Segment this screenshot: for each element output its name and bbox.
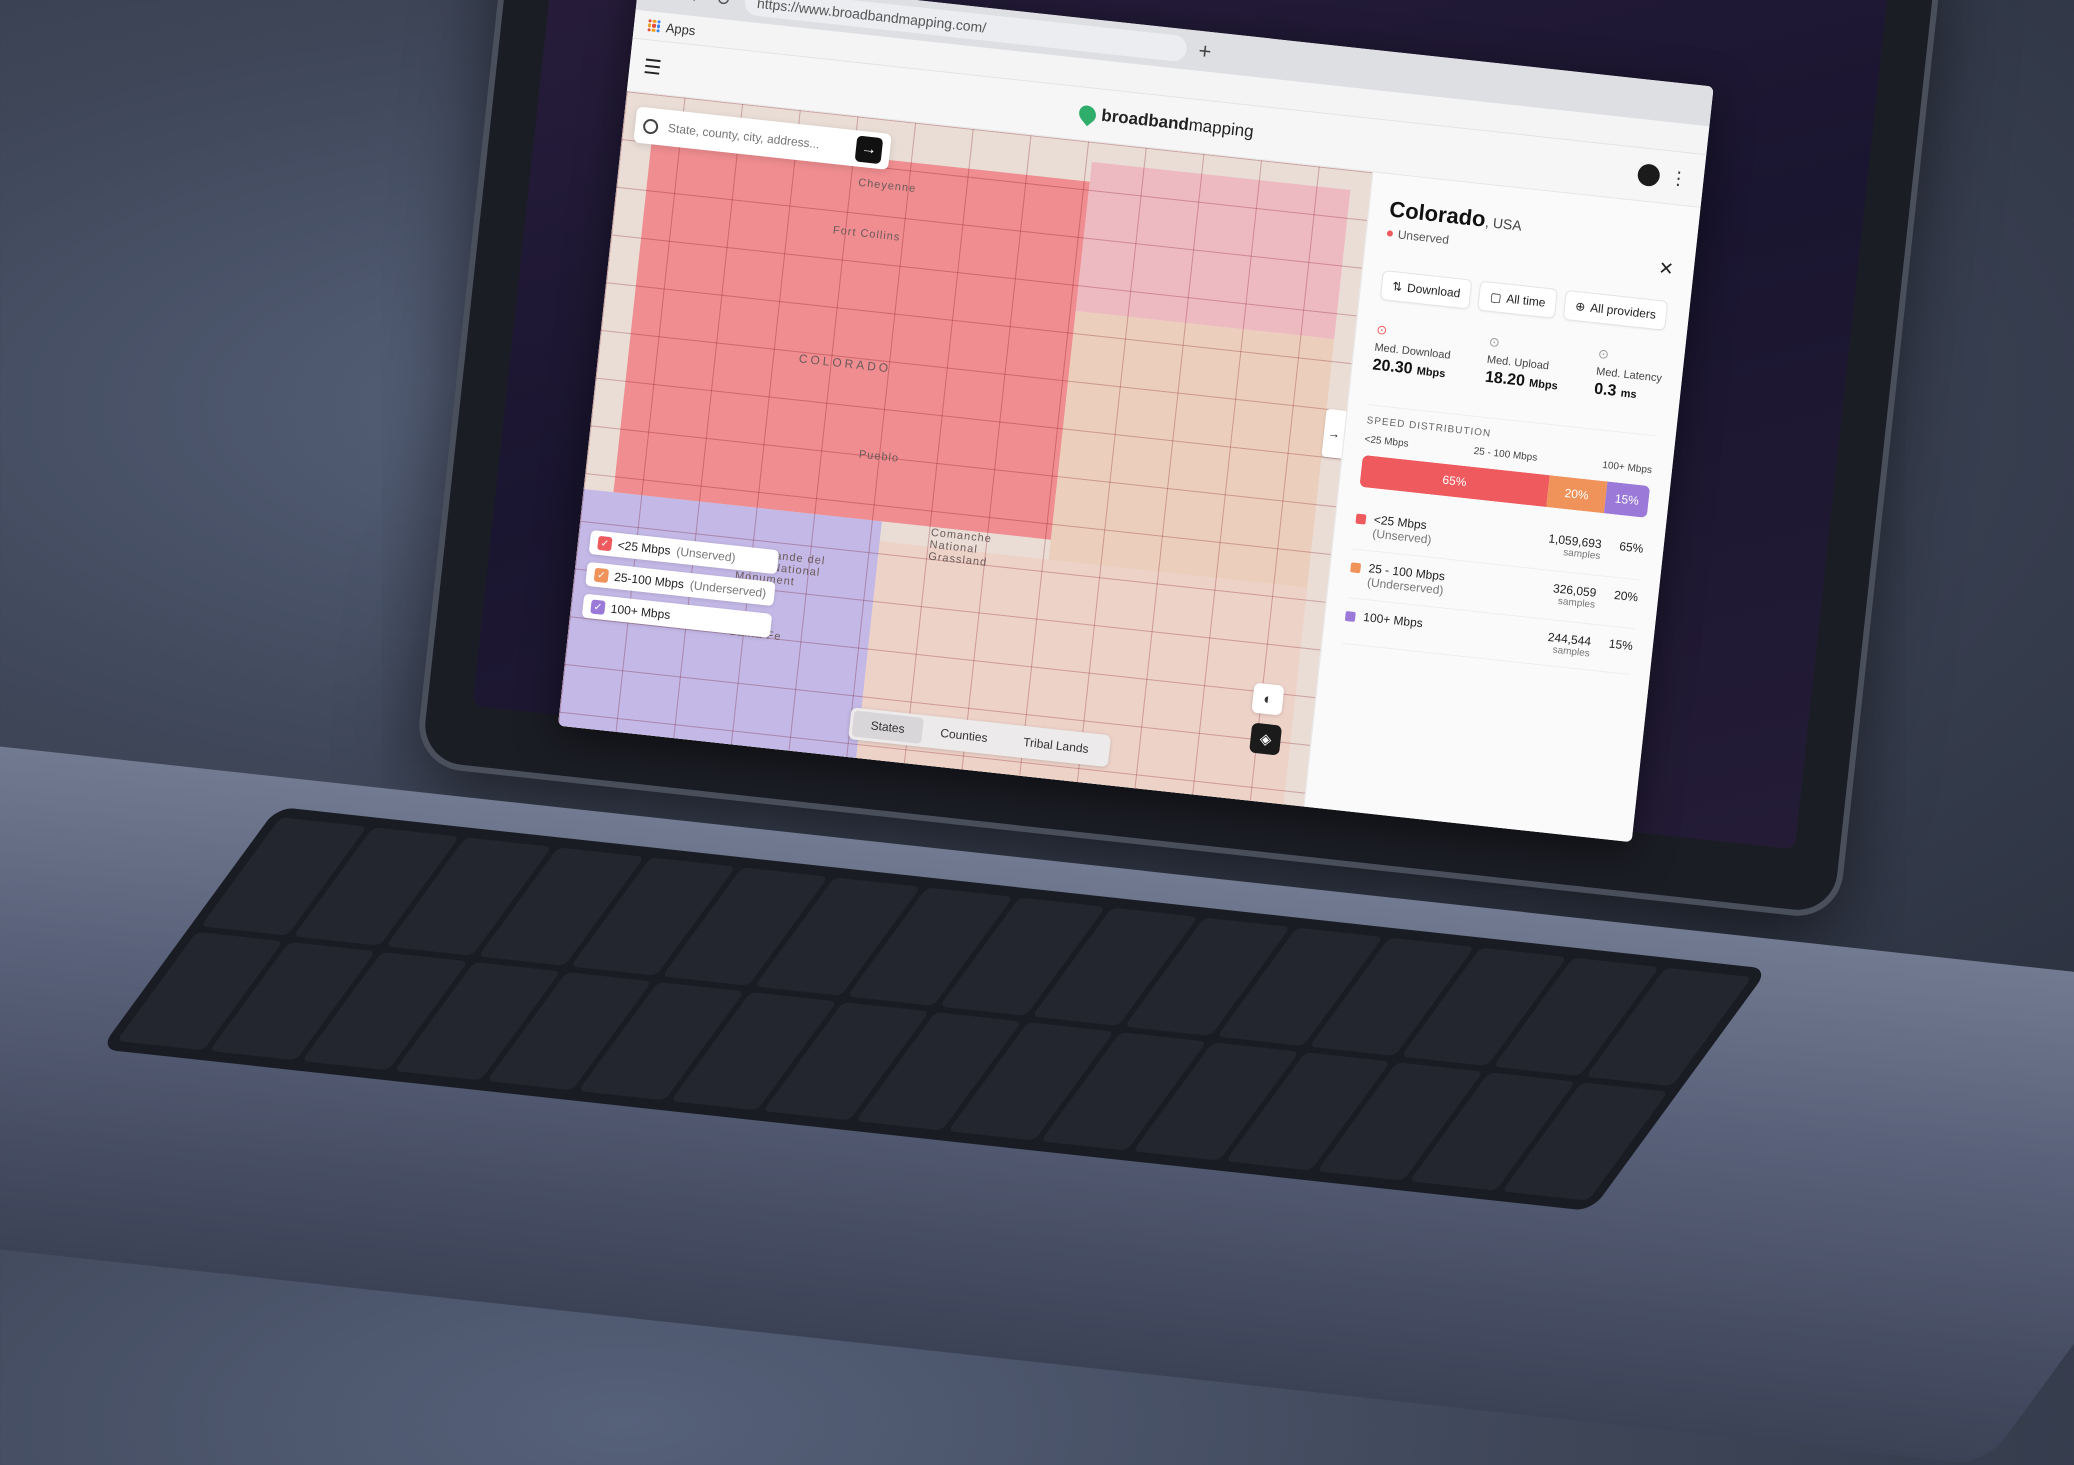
bar-segment-served: 15% — [1603, 481, 1651, 518]
legend-sub-label: (Unserved) — [675, 544, 737, 565]
bar-label-left: <25 Mbps — [1363, 434, 1410, 450]
map-legend-toggle-icon[interactable]: ◐ — [1251, 682, 1285, 716]
browser-window: ← → ↻ https://www.broadbandmapping.com/ … — [557, 0, 1714, 843]
checkbox-checked-icon[interactable]: ✓ — [593, 567, 610, 584]
apps-grid-icon — [647, 19, 661, 33]
reload-icon[interactable]: ↻ — [712, 0, 734, 11]
providers-filter-button[interactable]: ⊕ All providers — [1562, 289, 1669, 331]
panel-filters: ⇅ Download ▢ All time ⊕ All providers — [1379, 269, 1671, 331]
row-samples: 1,059,693 samples — [1547, 531, 1603, 563]
distribution-list: <25 Mbps (Unserved) 1,059,693 samples 65% … — [1342, 500, 1646, 676]
metric-value: 0.3 ms — [1593, 380, 1638, 402]
search-icon — [642, 117, 659, 135]
logo-text-light: mapping — [1187, 115, 1255, 142]
layers-icon[interactable]: ◈ — [1249, 722, 1283, 756]
region-details-panel: Colorado, USA Unserved ✕ ⇅ Download ▢ Al… — [1303, 172, 1701, 843]
bar-label-mid: 25 - 100 Mbps — [1473, 445, 1538, 464]
checkbox-checked-icon[interactable]: ✓ — [590, 599, 606, 615]
back-arrow-icon[interactable]: ← — [649, 0, 671, 4]
row-label: 25 - 100 Mbps (Underserved) — [1366, 561, 1446, 598]
forward-arrow-icon[interactable]: → — [680, 0, 702, 7]
latency-icon: ⊙ — [1597, 345, 1610, 362]
metric-upload: ⊙ Med. Upload 18.20 Mbps — [1484, 334, 1563, 395]
legend-label: 100+ Mbps — [610, 601, 671, 622]
calendar-icon: ▢ — [1489, 289, 1503, 305]
region-name: Colorado — [1388, 196, 1487, 232]
search-go-button[interactable]: → — [854, 135, 884, 165]
time-filter-label: All time — [1505, 291, 1547, 310]
bookmark-apps[interactable]: Apps — [665, 20, 696, 38]
bar-segment-underserved: 20% — [1546, 475, 1608, 514]
color-swatch — [1350, 562, 1362, 574]
time-filter-button[interactable]: ▢ All time — [1477, 280, 1559, 319]
row-label: <25 Mbps (Unserved) — [1371, 512, 1433, 547]
bar-segment-unserved: 65% — [1359, 454, 1550, 508]
app-logo[interactable]: broadbandmapping — [1075, 102, 1255, 142]
user-avatar[interactable] — [1636, 163, 1661, 188]
row-samples: 326,059 samples — [1552, 581, 1598, 611]
map-county-lines — [557, 91, 1373, 809]
providers-filter-label: All providers — [1589, 300, 1657, 322]
status-dot-icon — [1386, 230, 1394, 237]
metric-download: ⊙ Med. Download 20.30 Mbps — [1372, 322, 1454, 383]
speed-metrics: ⊙ Med. Download 20.30 Mbps ⊙ Med. Upload… — [1372, 322, 1665, 406]
row-samples: 244,544 samples — [1547, 629, 1592, 660]
color-swatch — [1355, 513, 1367, 525]
row-percent: 15% — [1608, 636, 1634, 654]
metric-latency: ⊙ Med. Latency 0.3 ms — [1593, 346, 1664, 406]
region-country: , USA — [1484, 213, 1523, 234]
globe-icon: ⊕ — [1574, 299, 1587, 315]
close-icon[interactable]: ✕ — [1658, 258, 1675, 281]
status-text: Unserved — [1397, 227, 1450, 247]
logo-text-bold: broadband — [1100, 105, 1190, 135]
tab-states[interactable]: States — [851, 710, 924, 744]
app-content: Cheyenne Fort Collins COLORADO Pueblo Ri… — [557, 91, 1701, 843]
sort-arrows-icon: ⇅ — [1391, 279, 1404, 295]
new-tab-button[interactable]: + — [1197, 38, 1212, 65]
legend-label: 25-100 Mbps — [613, 569, 685, 592]
download-filter-button[interactable]: ⇅ Download — [1379, 269, 1473, 310]
bar-label-right: 100+ Mbps — [1601, 459, 1653, 477]
download-filter-label: Download — [1406, 280, 1462, 301]
hamburger-menu-icon[interactable]: ☰ — [642, 54, 663, 81]
checkbox-checked-icon[interactable]: ✓ — [597, 535, 613, 552]
map-pin-logo-icon — [1075, 102, 1100, 127]
row-percent: 20% — [1613, 587, 1639, 605]
tab-counties[interactable]: Counties — [921, 718, 1007, 753]
metric-value: 18.20 Mbps — [1484, 368, 1559, 393]
more-options-icon[interactable]: ⋮ — [1668, 167, 1689, 190]
legend-label: <25 Mbps — [617, 538, 672, 558]
row-percent: 65% — [1618, 539, 1645, 556]
legend-sub-label: (Underserved) — [689, 578, 767, 601]
color-swatch — [1344, 610, 1356, 623]
map-view[interactable]: Cheyenne Fort Collins COLORADO Pueblo Ri… — [557, 91, 1373, 809]
row-label: 100+ Mbps — [1362, 609, 1424, 631]
